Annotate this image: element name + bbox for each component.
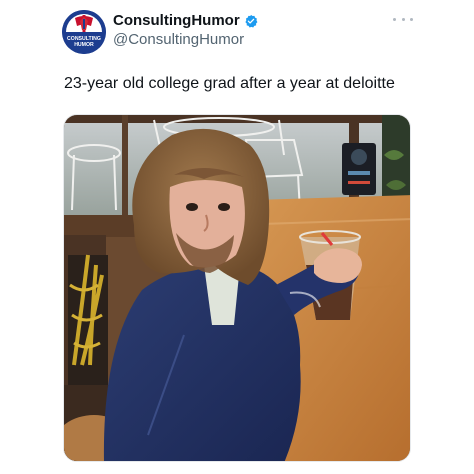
consulting-humor-logo: CONSULTING HUMOR: [62, 10, 106, 54]
tweet-text: 23-year old college grad after a year at…: [64, 75, 395, 92]
author-display-name[interactable]: ConsultingHumor: [113, 12, 240, 30]
avatar-text-line2: HUMOR: [74, 42, 94, 48]
tweet-card: CONSULTING HUMOR ConsultingHumor @Consul…: [0, 0, 474, 474]
tweet-photo[interactable]: [63, 114, 411, 462]
more-dots-icon[interactable]: [393, 11, 413, 27]
author-name-row: ConsultingHumor: [113, 12, 258, 30]
author-avatar[interactable]: CONSULTING HUMOR: [62, 10, 106, 54]
verified-badge-icon: [244, 14, 258, 28]
photo-child-at-cafe-table: [64, 115, 410, 461]
author-handle[interactable]: @ConsultingHumor: [113, 31, 244, 49]
